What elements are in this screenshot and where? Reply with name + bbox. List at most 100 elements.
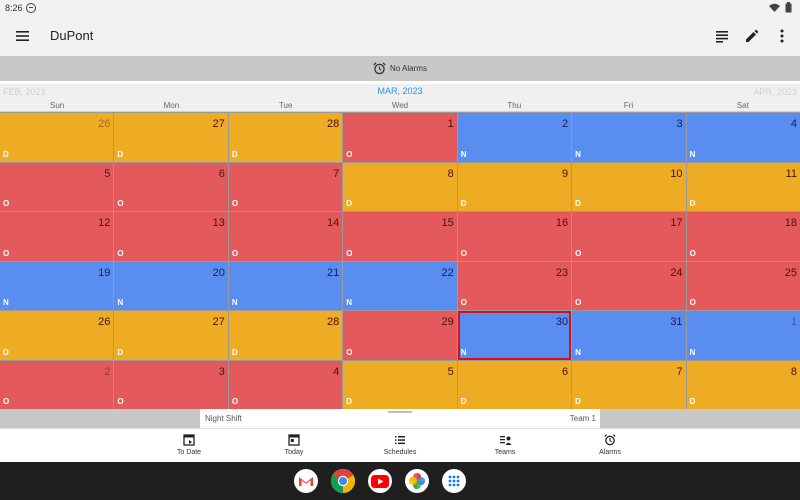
- chrome-app[interactable]: [331, 469, 355, 493]
- calendar-day-cell[interactable]: 28 D: [228, 113, 343, 162]
- calendar-day-cell[interactable]: 21 N: [228, 261, 343, 310]
- calendar-day-cell[interactable]: 8D: [686, 360, 800, 409]
- calendar-day-cell[interactable]: 26 D: [0, 113, 114, 162]
- bottom-sheet[interactable]: Night Shift Team 1: [200, 409, 600, 428]
- weekday-label: Tue: [278, 101, 293, 110]
- calendar-day-cell[interactable]: 6D: [457, 360, 572, 409]
- gmail-icon: [299, 477, 313, 486]
- calendar-day-cell[interactable]: 16 O: [457, 212, 572, 261]
- nav-label: Teams: [494, 449, 516, 456]
- calendar-day-cell[interactable]: 28 D: [228, 311, 343, 360]
- calendar-day-cell[interactable]: 27 D: [114, 311, 228, 360]
- youtube-app[interactable]: [368, 469, 392, 493]
- next-month-link[interactable]: APR, 2023: [753, 87, 797, 97]
- shift-code: D: [3, 347, 9, 357]
- shift-code: N: [460, 149, 467, 159]
- day-number: 21: [327, 266, 340, 279]
- calendar-day-cell[interactable]: 14 O: [228, 212, 343, 261]
- gmail-app[interactable]: [294, 469, 318, 493]
- shift-code: O: [460, 248, 467, 258]
- day-number: 3: [218, 365, 225, 378]
- calendar-day-cell[interactable]: 12 O: [0, 212, 114, 261]
- calendar-day-cell[interactable]: 9D: [457, 162, 572, 211]
- shift-code: N: [3, 298, 9, 307]
- nav-alarms[interactable]: Alarms: [575, 433, 645, 456]
- calendar-day-cell[interactable]: 18 O: [686, 212, 800, 261]
- shift-code: N: [460, 347, 467, 357]
- calendar-day-cell[interactable]: 3O: [114, 360, 228, 409]
- app-drawer[interactable]: [442, 469, 466, 493]
- team-name: Team 1: [569, 414, 596, 423]
- alarm-status-bar[interactable]: No Alarms: [0, 56, 800, 81]
- nav-teams[interactable]: Teams: [470, 433, 540, 456]
- teams-icon: [499, 436, 511, 445]
- calendar-day-cell[interactable]: 2N: [457, 113, 572, 162]
- calendar-grid: 26 D 27 D 28 D 1 O 2 N 3 N 4 N 5 O 6 O 7 O 8 D 9 D 10 D 11 D 12 O 13 O 1…: [0, 112, 800, 409]
- calendar-day-cell[interactable]: 15 O: [343, 212, 457, 261]
- calendar-day-cell[interactable]: 17 O: [572, 212, 686, 261]
- calendar-day-cell[interactable]: 2O: [0, 360, 114, 409]
- calendar-day-cell[interactable]: 29 O: [343, 311, 457, 360]
- calendar-day-cell[interactable]: 26 D: [0, 311, 114, 360]
- calendar-day-cell[interactable]: 1O: [343, 113, 457, 162]
- today-icon: [288, 434, 300, 446]
- weekday-label: Sat: [736, 101, 749, 110]
- calendar-day-cell[interactable]: 1N: [686, 311, 800, 360]
- month-navigation: FEB, 2023 MAR, 2023 APR, 2023: [0, 84, 800, 100]
- shift-code: D: [346, 199, 353, 208]
- day-number: 8: [447, 167, 454, 180]
- calendar-day-cell-today[interactable]: 30 N: [457, 311, 572, 360]
- shift-code: O: [689, 248, 696, 258]
- calendar-day-cell[interactable]: 10 D: [572, 162, 686, 211]
- day-number: 14: [327, 217, 340, 229]
- app-drawer-icon: [448, 475, 460, 487]
- day-number: 29: [441, 316, 454, 328]
- calendar-day-cell[interactable]: 23 O: [457, 261, 572, 310]
- shift-code: D: [460, 199, 467, 208]
- edit-button[interactable]: [742, 26, 762, 46]
- youtube-icon: [371, 474, 389, 488]
- bottom-navigation: To Date Today Schedules Teams Alarms: [0, 428, 800, 462]
- weekday-label: Sun: [50, 101, 65, 110]
- calendar-day-cell[interactable]: 20 N: [114, 261, 228, 310]
- nav-to-date[interactable]: To Date: [154, 433, 224, 456]
- nav-schedules[interactable]: Schedules: [365, 433, 435, 456]
- calendar-day-cell[interactable]: 5D: [343, 360, 457, 409]
- pencil-icon: [746, 29, 759, 42]
- calendar-day-cell[interactable]: 31 N: [572, 311, 686, 360]
- calendar-day-cell[interactable]: 6O: [114, 162, 228, 211]
- calendar-day-cell[interactable]: 4N: [686, 113, 800, 162]
- calendar-day-cell[interactable]: 5O: [0, 162, 114, 211]
- list-view-icon: [716, 31, 728, 43]
- menu-icon[interactable]: [14, 28, 32, 44]
- day-number: 3: [676, 118, 683, 130]
- alarm-status-label: No Alarms: [390, 64, 427, 73]
- alarm-clock-icon: [373, 62, 386, 75]
- calendar-day-cell[interactable]: 27 D: [114, 113, 228, 162]
- calendar-day-cell[interactable]: 24 O: [572, 261, 686, 310]
- nav-today[interactable]: Today: [259, 433, 329, 456]
- day-number: 2: [562, 118, 569, 130]
- calendar-day-cell[interactable]: 7D: [572, 360, 686, 409]
- drag-handle[interactable]: [388, 411, 412, 413]
- calendar-day-cell[interactable]: 8D: [343, 162, 457, 211]
- calendar-day-cell[interactable]: 4O: [228, 360, 343, 409]
- more-options-button[interactable]: [772, 26, 792, 46]
- calendar-day-cell[interactable]: 25 O: [686, 261, 800, 310]
- calendar-day-cell[interactable]: 13 O: [114, 212, 228, 261]
- calendar-day-cell[interactable]: 3N: [572, 113, 686, 162]
- calendar-day-cell[interactable]: 7O: [228, 162, 343, 211]
- list-view-button[interactable]: [712, 26, 732, 46]
- photos-app[interactable]: [405, 469, 429, 493]
- calendar-day-cell[interactable]: 19 N: [0, 261, 114, 310]
- weekday-label: Wed: [391, 101, 409, 110]
- day-number: 2: [104, 365, 111, 378]
- calendar-day-cell[interactable]: 11 D: [686, 162, 800, 211]
- day-number: 19: [98, 266, 111, 279]
- day-number: 30: [555, 316, 569, 328]
- day-number: 4: [790, 118, 797, 130]
- calendar-day-cell[interactable]: 22 N: [343, 261, 457, 310]
- day-number: 26: [98, 118, 111, 130]
- day-number: 8: [790, 365, 797, 378]
- day-number: 5: [447, 365, 454, 378]
